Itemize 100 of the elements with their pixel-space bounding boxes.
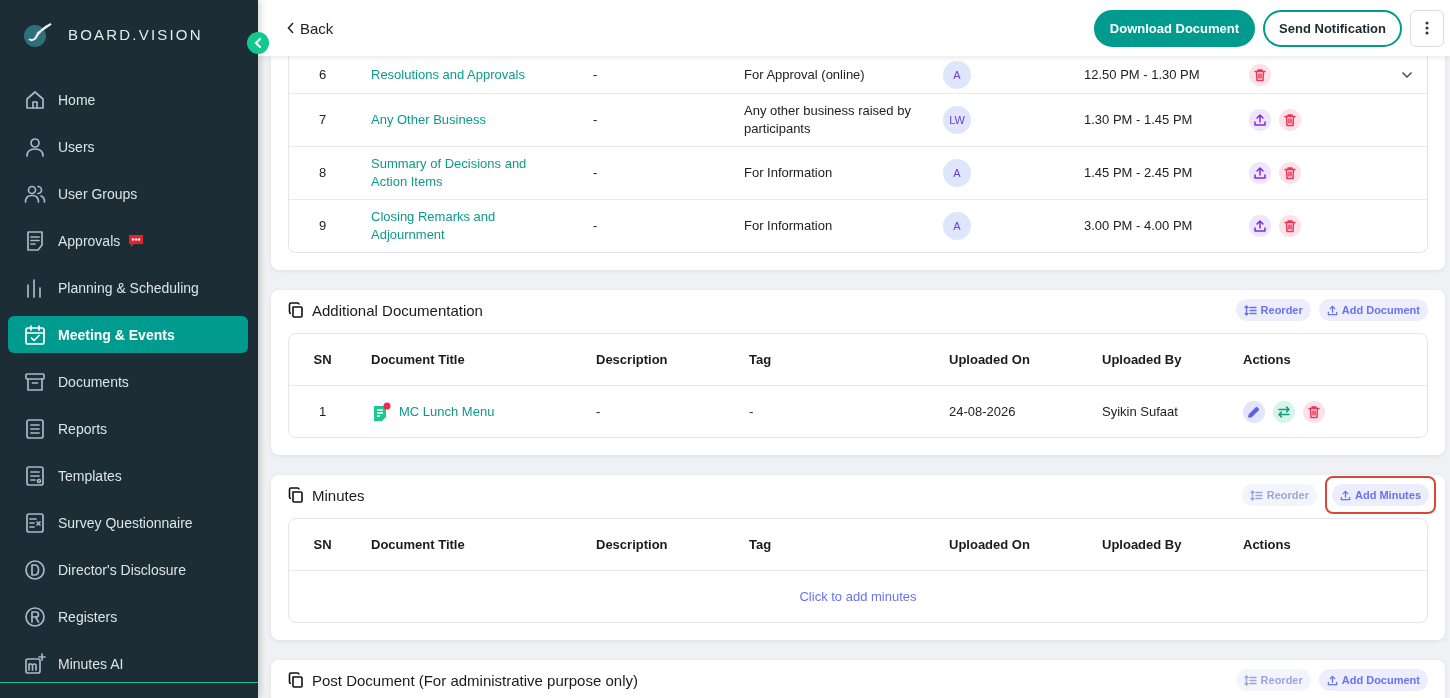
upload-button[interactable] (1249, 109, 1271, 131)
table-cell-text: 8 (317, 164, 328, 182)
nav-item[interactable]: Users (8, 128, 248, 166)
circle-d-icon (24, 558, 46, 581)
table-cell-text: - (592, 111, 599, 129)
nav-item[interactable]: Planning & Scheduling (8, 269, 248, 307)
trash-icon (1283, 219, 1297, 233)
home-icon (24, 88, 46, 111)
column-header: Uploaded By (1101, 350, 1183, 369)
table-cell-text: 3.00 PM - 4.00 PM (1083, 217, 1194, 235)
trash-icon (1283, 166, 1297, 180)
archive-icon (24, 370, 46, 393)
table-cell-text: 6 (317, 65, 328, 84)
back-link[interactable]: Back (287, 19, 334, 37)
avatar-initials: LW (943, 106, 971, 134)
table-cell-text: - (592, 164, 599, 182)
edit-button[interactable] (1243, 400, 1265, 423)
nav-item[interactable]: Home (8, 81, 248, 119)
copy-icon (288, 302, 304, 318)
more-icon (1425, 21, 1429, 35)
nav-item[interactable]: User Groups (8, 175, 248, 213)
nav-item[interactable]: Approvals (8, 222, 248, 260)
circle-r-icon (24, 605, 46, 628)
delete-button[interactable] (1249, 63, 1271, 86)
collapse-button[interactable] (247, 32, 269, 54)
section-title: Additional Documentation (312, 301, 483, 319)
nav-item[interactable]: Director's Disclosure (8, 551, 248, 589)
add-minutes-link[interactable]: Click to add minutes (799, 589, 917, 604)
user-icon (24, 135, 46, 158)
upload-icon (1326, 304, 1338, 316)
table-cell-text: - (592, 217, 599, 235)
upload-icon (1253, 219, 1267, 233)
document-title-link[interactable]: MC Lunch Menu (399, 402, 495, 421)
upload-icon (1326, 674, 1338, 686)
nav-item[interactable]: Documents (8, 363, 248, 401)
delete-button[interactable] (1279, 109, 1301, 131)
table-cell-text: For Approval (online) (743, 65, 866, 84)
calendar-icon (24, 323, 46, 346)
column-header: SN (312, 350, 333, 369)
column-header: Uploaded On (948, 350, 1031, 369)
upload-icon (1340, 489, 1351, 501)
table-cell-text: 12.50 PM - 1.30 PM (1083, 65, 1201, 84)
nav-item[interactable]: Registers (8, 598, 248, 636)
list-icon (24, 417, 46, 440)
upload-icon (1253, 166, 1267, 180)
expand-button[interactable] (1401, 70, 1413, 79)
agenda-title-link[interactable]: Summary of Decisions and Action Items (371, 155, 553, 191)
column-header: SN (312, 535, 333, 554)
chevron-left-icon (253, 37, 263, 49)
agenda-title-link[interactable]: Any Other Business (371, 111, 486, 129)
column-header: Tag (748, 350, 773, 369)
delete-button[interactable] (1303, 400, 1325, 423)
delete-button[interactable] (1279, 162, 1301, 184)
logo-icon (22, 20, 54, 49)
ai-icon (24, 652, 46, 675)
upload-button[interactable] (1249, 162, 1271, 184)
avatar-initials: A (943, 212, 971, 240)
table-cell-text: - (595, 402, 602, 421)
swap-button[interactable] (1273, 400, 1295, 423)
template-icon (24, 464, 46, 487)
copy-icon (288, 487, 304, 503)
table-cell-text: 9 (317, 217, 328, 235)
table-cell-text: - (748, 402, 755, 421)
brand-name: BOARD.VISION (68, 26, 203, 44)
avatar-initials: A (943, 60, 971, 89)
nav-item[interactable]: Reports (8, 410, 248, 448)
section-title: Post Document (For administrative purpose only) (312, 671, 638, 689)
delete-button[interactable] (1279, 215, 1301, 237)
reorder-button[interactable]: Reorder (1235, 299, 1311, 321)
trash-icon (1253, 67, 1267, 82)
nav-item[interactable]: Templates (8, 457, 248, 495)
add-button[interactable]: Add Minutes (1332, 484, 1429, 506)
table-cell-text: Any other business raised by participants (743, 102, 912, 138)
reorder-icon (1243, 674, 1257, 686)
pencil-icon (1247, 404, 1261, 419)
column-header: Description (595, 535, 669, 554)
agenda-title-link[interactable]: Resolutions and Approvals (371, 65, 525, 84)
upload-button[interactable] (1249, 215, 1271, 237)
section-title: Minutes (312, 486, 365, 504)
table-cell-text: - (592, 65, 599, 84)
column-header: Actions (1242, 535, 1292, 554)
notify-button[interactable]: Send Notification (1263, 9, 1402, 47)
agenda-title-link[interactable]: Closing Remarks and Adjournment (371, 208, 553, 244)
doc-icon (24, 229, 46, 252)
column-header: Document Title (370, 535, 466, 554)
table-cell-text: Syikin Sufaat (1101, 402, 1179, 421)
nav-item[interactable]: Minutes AI (8, 645, 248, 683)
column-header: Tag (748, 535, 773, 554)
reorder-icon (1249, 489, 1263, 501)
survey-icon (24, 511, 46, 534)
column-header: Description (595, 350, 669, 369)
swap-arrows-icon (1277, 404, 1291, 419)
nav-item[interactable]: Survey Questionnaire (8, 504, 248, 542)
table-cell-text: 1.30 PM - 1.45 PM (1083, 111, 1194, 129)
table-cell-text: 1 (317, 402, 328, 421)
table-cell-text: For Information (743, 164, 834, 182)
column-header: Uploaded By (1101, 535, 1183, 554)
copy-icon (288, 672, 304, 688)
table-cell-text: 1.45 PM - 2.45 PM (1083, 164, 1194, 182)
upload-icon (1253, 113, 1267, 127)
